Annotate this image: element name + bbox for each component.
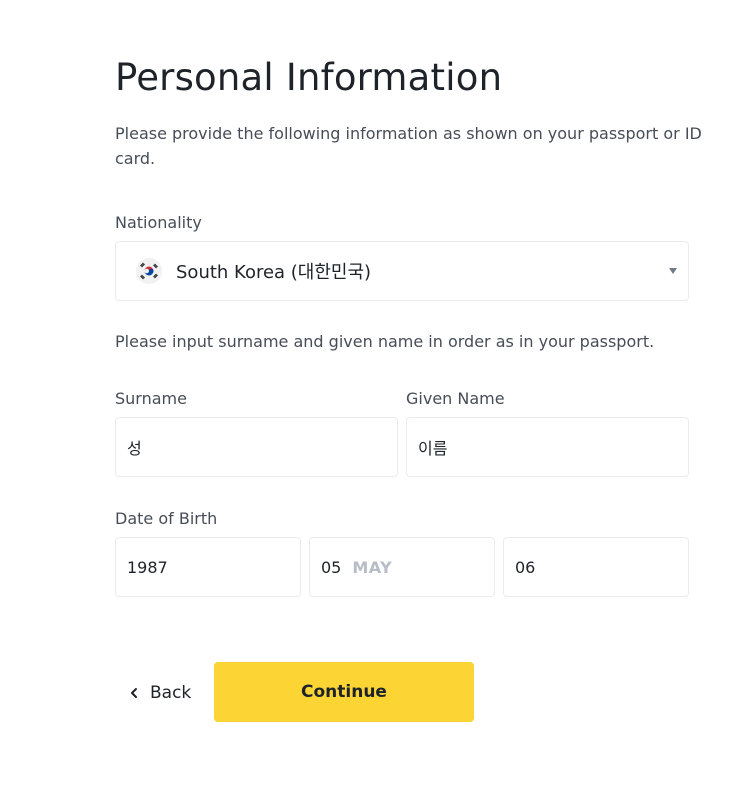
chevron-left-icon (130, 687, 138, 699)
birth-month-input[interactable]: 05 MAY (309, 537, 495, 597)
nationality-label: Nationality (115, 213, 202, 232)
given-name-value: 이름 (418, 439, 448, 458)
personal-information-page: Personal Information Please provide the … (0, 0, 738, 798)
back-button[interactable]: Back (130, 680, 191, 706)
surname-input[interactable]: 성 (115, 417, 398, 477)
birth-month-name: MAY (352, 557, 393, 577)
nationality-value: South Korea (대한민국) (176, 262, 372, 283)
given-name-label: Given Name (406, 389, 505, 408)
birth-year-input[interactable]: 1987 (115, 537, 301, 597)
birth-year-value: 1987 (127, 557, 168, 577)
caret-down-icon (669, 268, 677, 274)
page-intro: Please provide the following information… (115, 124, 702, 168)
date-of-birth-label: Date of Birth (115, 509, 218, 528)
south-korea-flag-icon (136, 258, 162, 284)
given-name-input[interactable]: 이름 (406, 417, 689, 477)
birth-day-value: 06 (515, 557, 536, 577)
page-title: Personal Information (115, 56, 503, 99)
surname-value: 성 (127, 439, 142, 458)
nationality-select[interactable]: South Korea (대한민국) (115, 241, 689, 301)
back-label: Back (150, 683, 192, 703)
continue-button[interactable]: Continue (214, 662, 474, 722)
surname-label: Surname (115, 389, 187, 408)
name-order-note: Please input surname and given name in o… (115, 332, 655, 351)
birth-month-value: 05 (321, 557, 342, 577)
birth-day-input[interactable]: 06 (503, 537, 689, 597)
